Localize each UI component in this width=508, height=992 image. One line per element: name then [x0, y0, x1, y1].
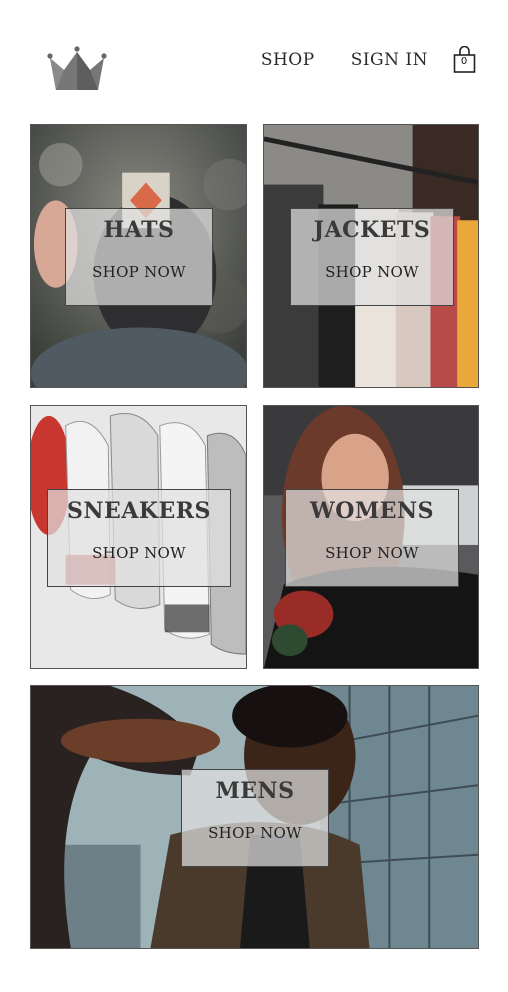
category-tile-mens[interactable]: MENS SHOP NOW	[30, 685, 479, 949]
category-overlay: JACKETS SHOP NOW	[290, 208, 454, 306]
shop-now-link[interactable]: SHOP NOW	[66, 263, 212, 281]
site-header: SHOP SIGN IN 0	[0, 0, 508, 110]
main-nav: SHOP SIGN IN 0	[261, 46, 478, 74]
category-title: JACKETS	[313, 217, 431, 243]
category-overlay: WOMENS SHOP NOW	[285, 489, 459, 587]
category-tile-womens[interactable]: WOMENS SHOP NOW	[263, 405, 479, 669]
cart-count-badge: 0	[460, 56, 468, 67]
category-tile-jackets[interactable]: JACKETS SHOP NOW	[263, 124, 479, 388]
crown-logo-icon[interactable]	[46, 44, 108, 94]
shop-now-link[interactable]: SHOP NOW	[291, 263, 453, 281]
nav-sign-in-link[interactable]: SIGN IN	[351, 50, 428, 70]
shop-now-link[interactable]: SHOP NOW	[48, 544, 230, 562]
category-title: WOMENS	[310, 498, 434, 524]
category-tile-hats[interactable]: HATS SHOP NOW	[30, 124, 247, 388]
shop-now-link[interactable]: SHOP NOW	[286, 544, 458, 562]
cart-button[interactable]: 0	[452, 46, 478, 74]
category-overlay: HATS SHOP NOW	[65, 208, 213, 306]
category-title: MENS	[215, 778, 295, 804]
category-title: SNEAKERS	[67, 498, 211, 524]
category-overlay: SNEAKERS SHOP NOW	[47, 489, 231, 587]
category-overlay: MENS SHOP NOW	[181, 769, 329, 867]
nav-shop-link[interactable]: SHOP	[261, 50, 315, 70]
shop-now-link[interactable]: SHOP NOW	[182, 824, 328, 842]
category-tile-sneakers[interactable]: SNEAKERS SHOP NOW	[30, 405, 247, 669]
category-title: HATS	[103, 217, 175, 243]
